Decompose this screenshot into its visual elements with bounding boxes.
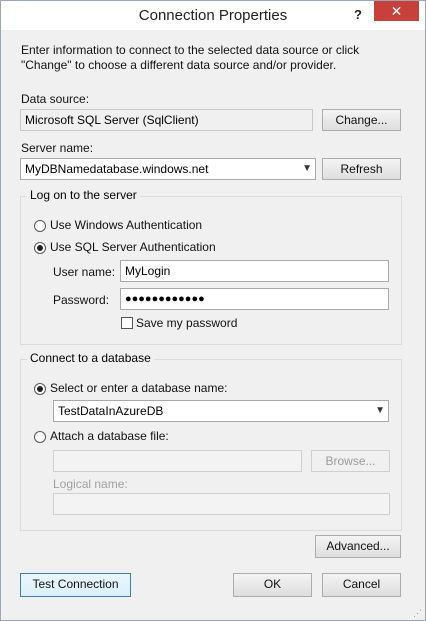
logon-group-title: Log on to the server: [27, 188, 140, 202]
chevron-down-icon[interactable]: ▼: [375, 401, 385, 421]
intro-text: Enter information to connect to the sele…: [21, 43, 360, 72]
sql-auth-label[interactable]: Use SQL Server Authentication: [50, 240, 216, 254]
save-password-checkbox[interactable]: [121, 317, 133, 329]
select-database-radio[interactable]: [34, 383, 46, 395]
attach-file-radio[interactable]: [34, 431, 46, 443]
windows-auth-label[interactable]: Use Windows Authentication: [50, 218, 202, 232]
connection-properties-dialog: Connection Properties ? ✕ Enter informat…: [0, 0, 426, 621]
sql-auth-radio[interactable]: [34, 242, 46, 254]
attach-file-label[interactable]: Attach a database file:: [50, 429, 169, 443]
ok-button[interactable]: OK: [233, 573, 312, 597]
dialog-body: Enter information to connect to the sele…: [9, 31, 417, 611]
user-name-input[interactable]: MyLogin: [120, 260, 389, 282]
browse-button: Browse...: [311, 450, 390, 472]
server-name-combobox[interactable]: MyDBNamedatabase.windows.net ▼: [20, 158, 316, 180]
server-name-value: MyDBNamedatabase.windows.net: [25, 162, 209, 176]
help-button[interactable]: ?: [345, 5, 371, 25]
password-label: Password:: [53, 293, 110, 307]
save-password-label[interactable]: Save my password: [136, 316, 237, 330]
close-icon: ✕: [390, 3, 403, 19]
user-name-label: User name:: [53, 265, 116, 279]
password-input[interactable]: ●●●●●●●●●●●●: [120, 288, 389, 310]
data-source-label: Data source:: [21, 92, 90, 106]
attach-file-input: [53, 450, 302, 472]
database-name-value: TestDataInAzureDB: [58, 404, 164, 418]
advanced-button[interactable]: Advanced...: [315, 535, 401, 558]
resize-grip-icon[interactable]: ⋰: [413, 608, 423, 618]
logical-name-label: Logical name:: [53, 477, 128, 491]
database-name-combobox[interactable]: TestDataInAzureDB ▼: [53, 400, 389, 422]
title-bar: Connection Properties ? ✕: [1, 1, 425, 30]
chevron-down-icon[interactable]: ▼: [302, 159, 312, 179]
database-group-title: Connect to a database: [27, 351, 154, 365]
close-button[interactable]: ✕: [374, 1, 419, 21]
server-name-label: Server name:: [21, 141, 94, 155]
test-connection-button[interactable]: Test Connection: [20, 573, 131, 597]
logical-name-input: [53, 493, 390, 515]
change-button[interactable]: Change...: [322, 109, 401, 131]
windows-auth-radio[interactable]: [34, 220, 46, 232]
data-source-field: Microsoft SQL Server (SqlClient): [20, 109, 313, 131]
cancel-button[interactable]: Cancel: [322, 573, 401, 597]
refresh-button[interactable]: Refresh: [322, 158, 401, 180]
select-database-label[interactable]: Select or enter a database name:: [50, 381, 227, 395]
